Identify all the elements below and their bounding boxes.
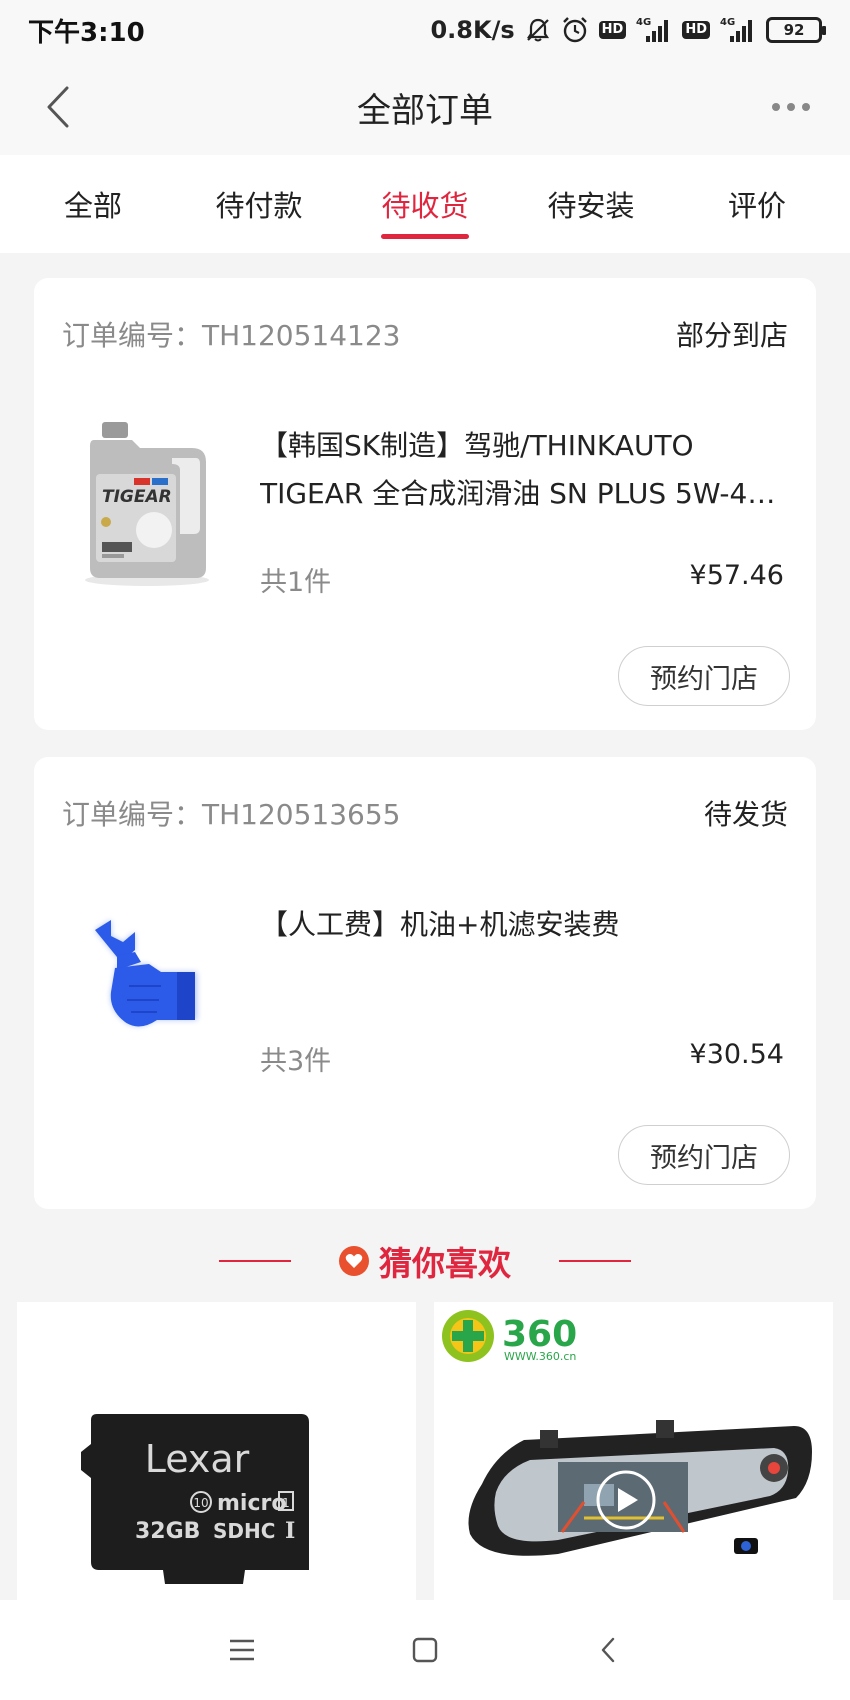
tab-all[interactable]: 全部 [18,155,168,253]
nav-menu-button[interactable] [212,1620,272,1680]
product-image-oil[interactable]: TIGEAR [62,418,232,588]
product-title[interactable]: 【人工费】机油+机滤安装费 [260,901,780,949]
svg-text:10: 10 [193,1496,208,1510]
order-tabs: 全部 待付款 待收货 待安装 评价 [0,155,850,253]
book-store-button[interactable]: 预约门店 [618,646,790,706]
order-number: 订单编号：TH120514123 [62,319,401,352]
svg-text:micro: micro [217,1491,286,1516]
mute-bell-icon [525,17,551,43]
status-time: 下午3:10 [28,17,145,48]
book-store-button[interactable]: 预约门店 [618,1125,790,1185]
back-button[interactable] [38,84,78,130]
recommend-title: 猜你喜欢 [339,1237,511,1285]
order-status: 部分到店 [675,319,788,352]
item-quantity: 共1件 [260,567,332,598]
nav-home-button[interactable] [395,1620,455,1680]
micro-sd-card-image: Lexar 10 micro 1 32GB SDHC I [81,1414,309,1584]
divider-line [559,1260,631,1262]
chevron-left-icon [47,86,69,128]
tab-review[interactable]: 评价 [682,155,832,253]
svg-text:SDHC: SDHC [213,1519,275,1543]
svg-text:Lexar: Lexar [145,1437,250,1481]
order-card[interactable]: 订单编号：TH120514123 部分到店 TIGEAR 【韩国SK制造】驾驰/… [34,278,816,730]
svg-text:I: I [285,1518,295,1544]
alarm-icon [561,16,589,44]
recommend-title-text: 猜你喜欢 [379,1244,511,1283]
divider-line [219,1260,291,1262]
nav-back-button[interactable] [578,1620,638,1680]
chevron-left-icon [602,1637,615,1663]
tab-pending-payment[interactable]: 待付款 [184,155,334,253]
svg-text:4G: 4G [720,17,735,28]
more-dot-icon [787,103,795,111]
hd-badge-1: HD [598,21,627,39]
recommend-item[interactable]: Lexar 10 micro 1 32GB SDHC I [17,1302,416,1602]
page-title: 全部订单 [357,91,493,131]
network-speed: 0.8K/s [430,16,515,44]
order-card[interactable]: 订单编号：TH120513655 待发货 【人工费】机油+机滤安装费 共3件 ¥… [34,757,816,1209]
hd-badge-2: HD [682,21,710,39]
svg-text:TIGEAR: TIGEAR [102,487,172,507]
order-header: 订单编号：TH120513655 待发货 [62,793,788,833]
menu-icon [229,1639,254,1661]
square-home-icon [412,1637,438,1663]
tab-pending-install[interactable]: 待安装 [516,155,666,253]
recommend-header: 猜你喜欢 [0,1236,850,1286]
battery-icon: 92 [766,17,826,43]
more-dot-icon [772,103,780,111]
svg-text:32GB: 32GB [135,1519,200,1544]
signal-icon-2: 4G [720,16,756,44]
signal-icon-1: 4G [636,16,672,44]
svg-text:1: 1 [282,1496,290,1510]
order-number: 订单编号：TH120513655 [62,798,401,831]
product-title[interactable]: 【韩国SK制造】驾驰/THINKAUTO TIGEAR 全合成润滑油 SN PL… [260,422,780,518]
order-price: ¥57.46 [689,560,784,591]
heart-icon [339,1246,369,1276]
dashcam-mirror-image: 360 WWW.360.cn [442,1310,812,1556]
product-title-line2: TIGEAR 全合成润滑油 SN PLUS 5W-40 4L [260,477,780,510]
status-bar: 下午3:10 0.8K/s HD 4G HD 4G 92 [0,0,850,60]
system-nav-bar [0,1600,850,1700]
order-price: ¥30.54 [689,1039,784,1070]
wrench-hand-icon [95,920,197,1027]
svg-text:4G: 4G [636,17,651,28]
recommend-item[interactable]: 360 WWW.360.cn [434,1302,833,1602]
order-header: 订单编号：TH120514123 部分到店 [62,314,788,354]
app-header: 全部订单 [0,60,850,155]
order-status: 待发货 [703,798,788,831]
360-logo-icon: 360 WWW.360.cn [442,1310,577,1363]
item-quantity: 共3件 [260,1046,332,1077]
product-title-line1: 【韩国SK制造】驾驰/THINKAUTO [260,429,694,462]
svg-text:360: 360 [502,1314,577,1355]
tab-pending-receipt[interactable]: 待收货 [350,155,500,253]
more-dot-icon [802,103,810,111]
status-icons: 0.8K/s HD 4G HD 4G 92 [430,16,826,44]
product-title-line1: 【人工费】机油+机滤安装费 [260,908,620,941]
more-button[interactable] [766,90,816,124]
svg-text:WWW.360.cn: WWW.360.cn [504,1350,576,1363]
product-image-labor[interactable] [62,897,232,1067]
oil-bottle-icon: TIGEAR [85,422,209,586]
